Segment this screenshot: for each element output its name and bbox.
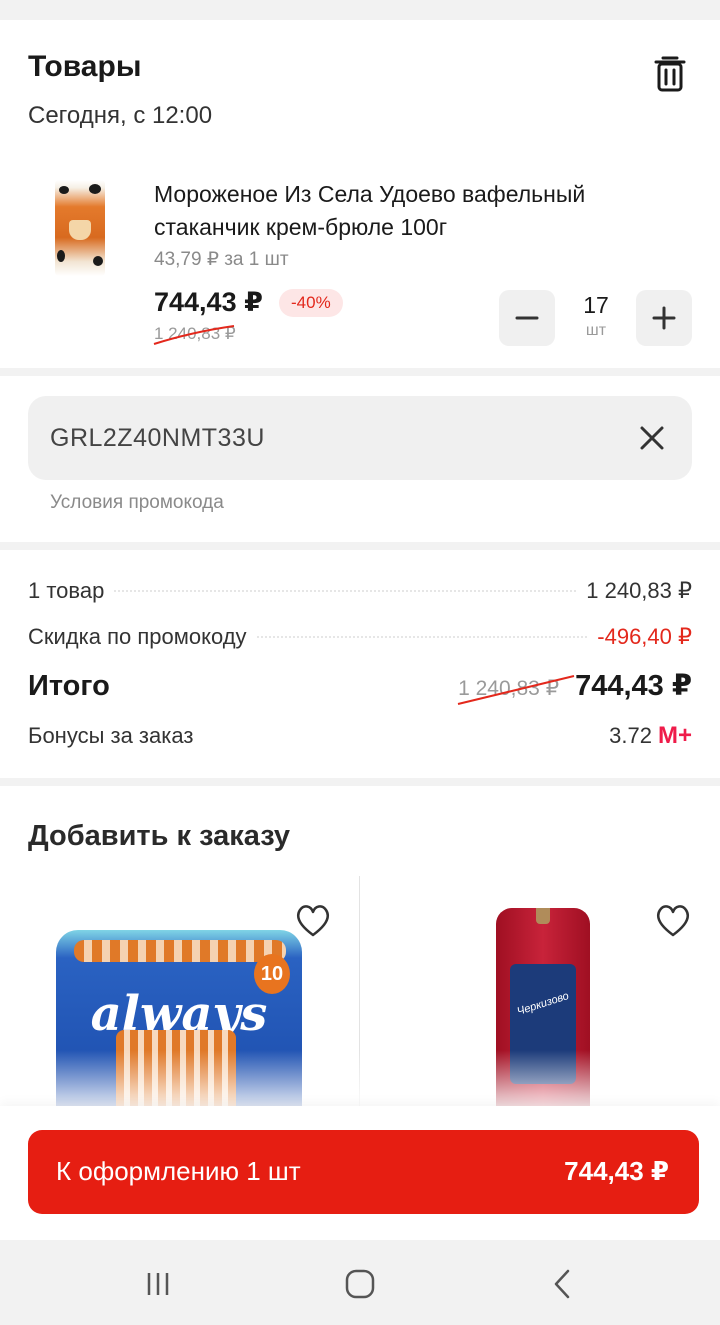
checkout-bar: К оформлению 1 шт 744,43 ₽ — [0, 1106, 720, 1240]
summary-bonus-row: Бонусы за заказ 3.72 M+ — [28, 722, 692, 750]
plus-icon — [652, 306, 676, 330]
checkout-price: 744,43 ₽ — [564, 1156, 669, 1186]
checkout-label: К оформлению 1 шт — [56, 1156, 301, 1186]
product-image[interactable] — [55, 180, 105, 276]
total-label: Итого — [28, 670, 110, 702]
delivery-time: Сегодня, с 12:00 — [28, 102, 213, 129]
decrease-quantity-button[interactable] — [499, 290, 555, 346]
quantity-value: 17 — [583, 292, 609, 318]
items-value: 1 240,83 ₽ — [586, 578, 692, 603]
nav-back-icon[interactable] — [542, 1266, 582, 1302]
trash-icon[interactable] — [650, 52, 690, 96]
close-icon[interactable] — [638, 424, 666, 452]
total-old-price: 1 240,83 ₽ — [457, 675, 575, 705]
minus-icon — [515, 316, 539, 320]
recommendations-title: Добавить к заказу — [28, 820, 291, 852]
summary-total-row: Итого 1 240,83 ₽ 744,43 ₽ — [28, 668, 692, 705]
promo-code-field[interactable]: GRL2Z40NMT33U — [28, 396, 692, 480]
discount-badge: -40% — [279, 289, 343, 317]
cart-section: Товары Сегодня, с 12:00 Мороженое Из Сел… — [0, 20, 720, 368]
bonus-logo: M+ — [657, 722, 692, 749]
promo-discount-value: -496,40 ₽ — [597, 624, 692, 649]
top-strip — [0, 0, 720, 20]
order-summary: 1 товар 1 240,83 ₽ Скидка по промокоду -… — [0, 550, 720, 778]
quantity-unit: шт — [585, 322, 607, 339]
nav-home-icon[interactable] — [340, 1266, 380, 1302]
system-nav-bar — [0, 1240, 720, 1325]
unit-price: 43,79 ₽ за 1 шт — [154, 249, 289, 270]
checkout-button[interactable]: К оформлению 1 шт 744,43 ₽ — [28, 1130, 699, 1214]
promo-terms-link[interactable]: Условия промокода — [50, 492, 224, 514]
nav-recent-icon[interactable] — [138, 1266, 178, 1302]
heart-icon[interactable] — [294, 902, 332, 938]
heart-icon[interactable] — [654, 902, 692, 938]
section-title: Товары — [28, 50, 142, 83]
items-count-label: 1 товар — [28, 578, 105, 603]
product-price: 744,43 ₽ — [154, 287, 263, 317]
product-name[interactable]: Мороженое Из Села Удоево вафельный стака… — [154, 178, 654, 244]
bonus-value: 3.72 — [609, 723, 652, 748]
promo-section: GRL2Z40NMT33U Условия промокода — [0, 376, 720, 542]
promo-discount-label: Скидка по промокоду — [28, 624, 247, 649]
increase-quantity-button[interactable] — [636, 290, 692, 346]
strike-line — [153, 325, 235, 345]
bonus-label: Бонусы за заказ — [28, 723, 194, 748]
summary-discount-row: Скидка по промокоду -496,40 ₽ — [28, 624, 692, 650]
promo-code-value: GRL2Z40NMT33U — [50, 424, 265, 452]
total-new-price: 744,43 ₽ — [575, 670, 692, 702]
summary-items-row: 1 товар 1 240,83 ₽ — [28, 578, 692, 604]
